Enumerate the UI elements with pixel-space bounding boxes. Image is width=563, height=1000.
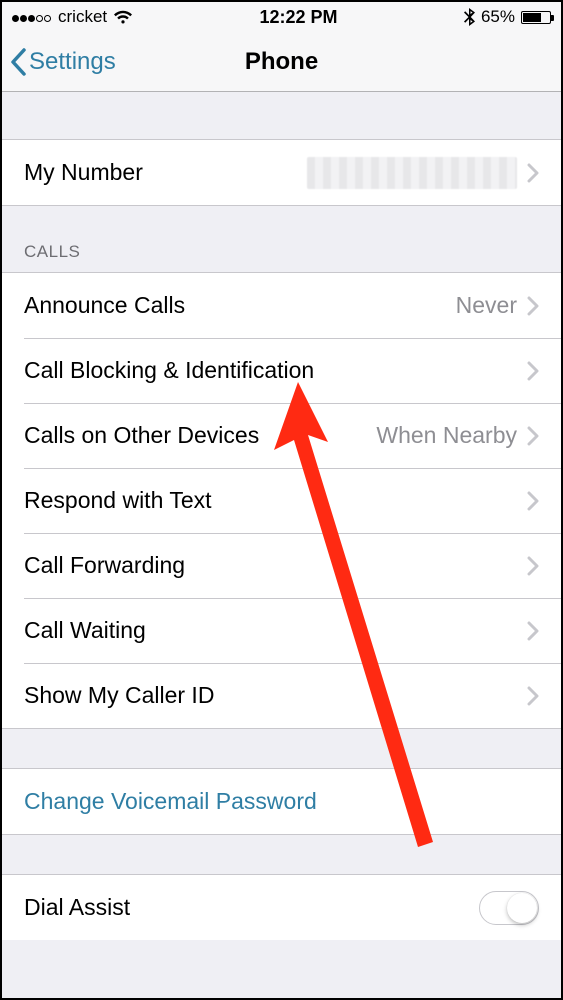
chevron-right-icon (527, 296, 539, 316)
toggle-knob (507, 893, 537, 923)
dial-assist-label: Dial Assist (24, 894, 479, 921)
call-blocking-label: Call Blocking & Identification (24, 357, 527, 384)
signal-strength-icon (12, 9, 52, 25)
chevron-right-icon (527, 556, 539, 576)
announce-calls-value: Never (456, 292, 517, 319)
status-left: cricket (12, 7, 133, 27)
section-spacer (2, 835, 561, 875)
clock: 12:22 PM (260, 7, 338, 28)
status-bar: cricket 12:22 PM 65% (2, 2, 561, 32)
call-forwarding-row[interactable]: Call Forwarding (2, 533, 561, 598)
status-right: 65% (464, 7, 551, 27)
chevron-right-icon (527, 491, 539, 511)
call-waiting-label: Call Waiting (24, 617, 527, 644)
respond-with-text-label: Respond with Text (24, 487, 527, 514)
phone-settings-screen: cricket 12:22 PM 65% Settings Phone My N… (0, 0, 563, 1000)
chevron-right-icon (527, 686, 539, 706)
respond-with-text-row[interactable]: Respond with Text (2, 468, 561, 533)
battery-percent: 65% (481, 7, 515, 27)
dial-assist-row: Dial Assist (2, 875, 561, 940)
change-voicemail-password-row[interactable]: Change Voicemail Password (2, 769, 561, 834)
chevron-right-icon (527, 621, 539, 641)
chevron-right-icon (527, 426, 539, 446)
nav-bar: Settings Phone (2, 32, 561, 92)
change-voicemail-password-label: Change Voicemail Password (24, 788, 539, 815)
bluetooth-icon (464, 8, 475, 26)
carrier-label: cricket (58, 7, 107, 27)
calls-other-devices-row[interactable]: Calls on Other Devices When Nearby (2, 403, 561, 468)
announce-calls-label: Announce Calls (24, 292, 456, 319)
page-title: Phone (245, 48, 318, 76)
section-spacer (2, 729, 561, 769)
back-button[interactable]: Settings (10, 32, 116, 91)
calls-section-header: CALLS (2, 206, 561, 273)
calls-group: Announce Calls Never Call Blocking & Ide… (2, 273, 561, 728)
call-waiting-row[interactable]: Call Waiting (2, 598, 561, 663)
chevron-right-icon (527, 361, 539, 381)
call-blocking-row[interactable]: Call Blocking & Identification (2, 338, 561, 403)
my-number-label: My Number (24, 159, 307, 186)
announce-calls-row[interactable]: Announce Calls Never (2, 273, 561, 338)
section-spacer (2, 92, 561, 140)
chevron-left-icon (10, 47, 27, 77)
my-number-value-redacted (307, 157, 517, 189)
calls-other-devices-label: Calls on Other Devices (24, 422, 376, 449)
call-forwarding-label: Call Forwarding (24, 552, 527, 579)
chevron-right-icon (527, 163, 539, 183)
my-number-row[interactable]: My Number (2, 140, 561, 205)
show-caller-id-label: Show My Caller ID (24, 682, 527, 709)
back-label: Settings (29, 48, 116, 76)
show-caller-id-row[interactable]: Show My Caller ID (2, 663, 561, 728)
calls-other-devices-value: When Nearby (376, 422, 517, 449)
battery-icon (521, 11, 551, 24)
dial-assist-toggle[interactable] (479, 891, 539, 925)
wifi-icon (113, 10, 133, 25)
